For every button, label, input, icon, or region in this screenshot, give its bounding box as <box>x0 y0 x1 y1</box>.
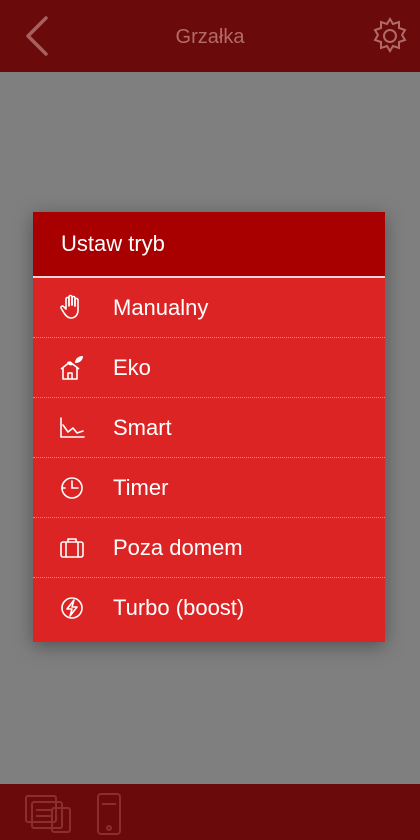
mode-item-timer[interactable]: Timer <box>33 458 385 518</box>
mode-item-boost[interactable]: Turbo (boost) <box>33 578 385 638</box>
mode-dialog: Ustaw tryb Manualny Eko Smart Timer Poza… <box>33 212 385 642</box>
app-screen: Grzałka Ustaw tryb Manualny Eko Smart Ti… <box>0 0 420 840</box>
mode-item-away[interactable]: Poza domem <box>33 518 385 578</box>
mode-label-eco: Eko <box>113 354 151 380</box>
mode-menu: Manualny Eko Smart Timer Poza domem Turb… <box>33 278 385 638</box>
top-bar: Grzałka <box>0 0 420 72</box>
phone-icon[interactable] <box>92 792 126 838</box>
mode-label-smart: Smart <box>113 414 172 440</box>
devices-icon[interactable] <box>22 792 74 836</box>
gear-icon[interactable] <box>370 16 410 56</box>
hand-icon <box>60 294 79 319</box>
boost-icon <box>61 597 83 619</box>
mode-label-manual: Manualny <box>113 294 209 320</box>
eco-house-icon <box>60 355 83 380</box>
timer-icon <box>61 476 83 499</box>
suitcase-icon <box>60 537 84 558</box>
mode-label-boost: Turbo (boost) <box>113 595 245 620</box>
page-title: Grzałka <box>175 26 245 48</box>
dialog-title: Ustaw tryb <box>33 212 385 278</box>
mode-item-smart[interactable]: Smart <box>33 398 385 458</box>
bottom-nav <box>0 784 420 840</box>
mode-label-away: Poza domem <box>113 534 243 560</box>
mode-label-timer: Timer <box>113 474 169 500</box>
mode-item-eco[interactable]: Eko <box>33 338 385 398</box>
chart-icon <box>60 416 85 438</box>
mode-item-manual[interactable]: Manualny <box>33 278 385 338</box>
